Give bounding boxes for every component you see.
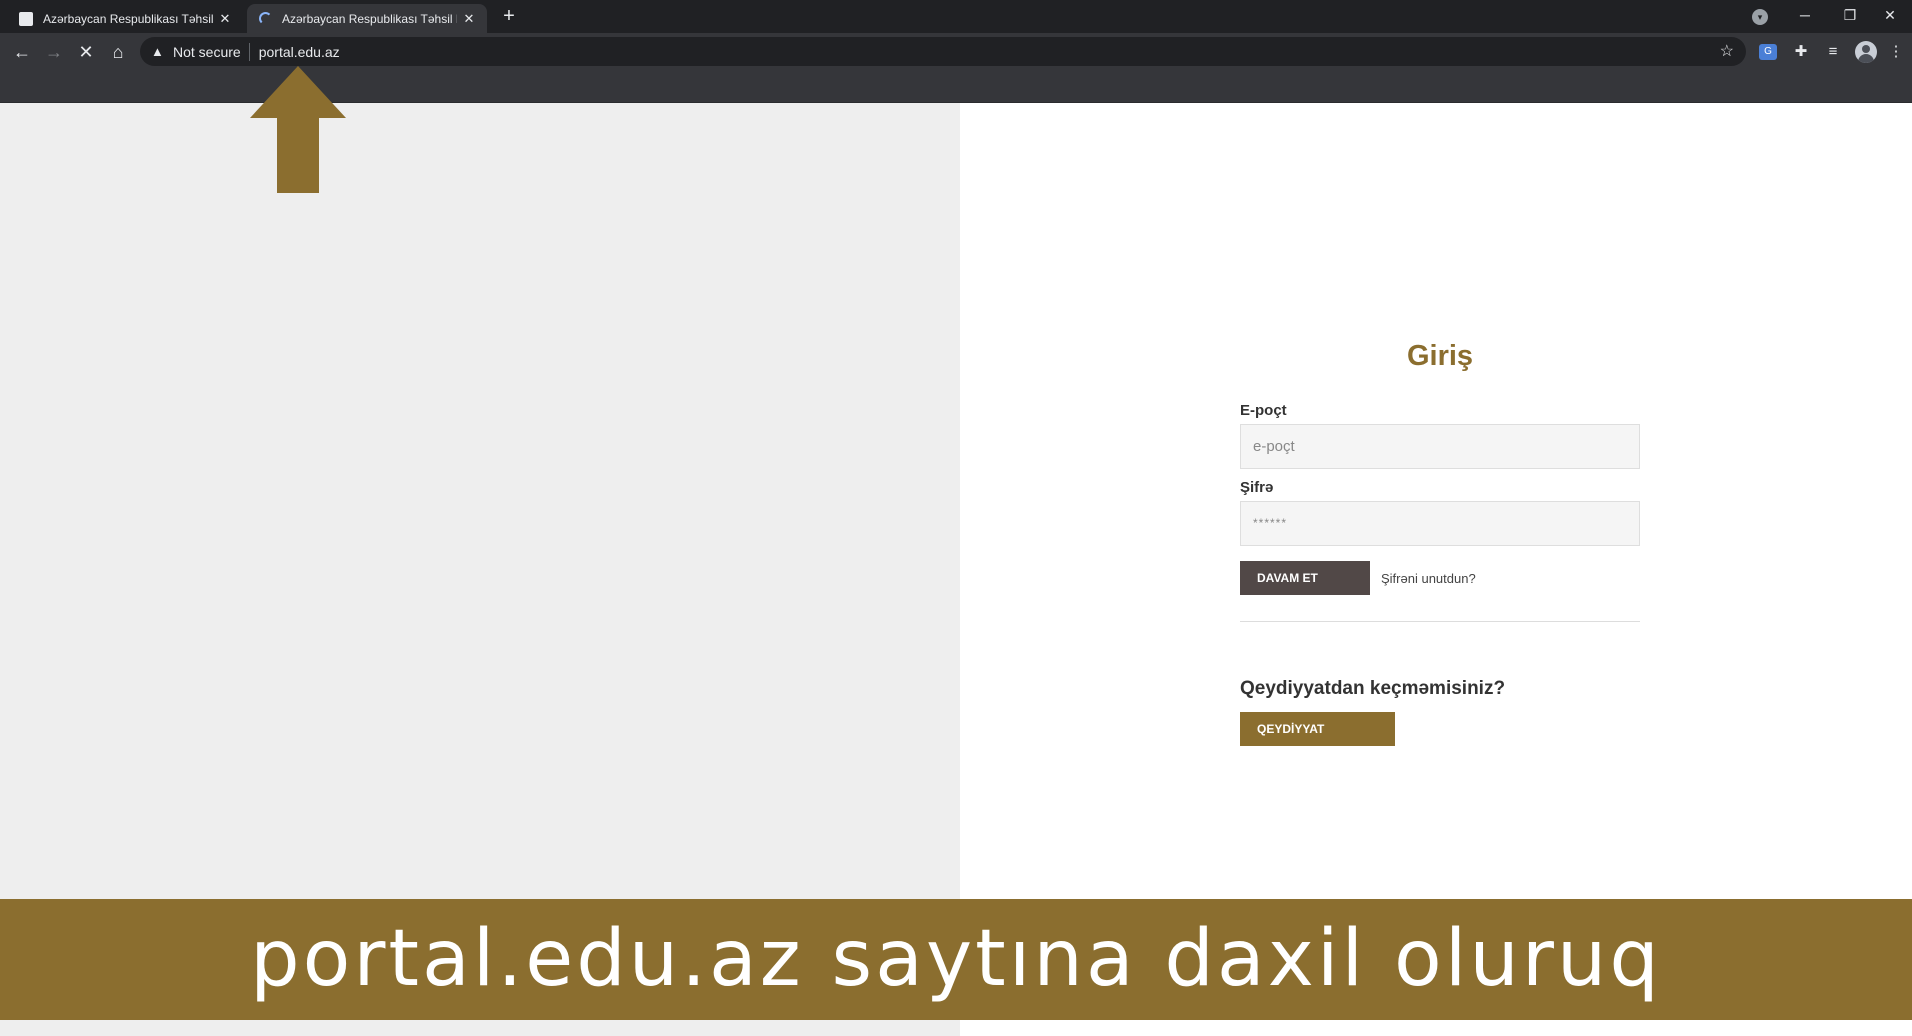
profile-avatar[interactable]: [1855, 41, 1877, 63]
up-arrow-annotation-icon: [250, 66, 346, 193]
tab-title: Azərbaycan Respublikası Təhsil Nazirliyi: [282, 11, 457, 26]
reading-list-icon[interactable]: ≡: [1822, 41, 1844, 63]
minimize-button[interactable]: ─: [1783, 0, 1827, 30]
divider: [1240, 621, 1640, 622]
security-label[interactable]: Not secure: [173, 44, 241, 60]
menu-kebab-icon[interactable]: ⋮: [1885, 41, 1907, 63]
register-question: Qeydiyyatdan keçməmisiniz?: [1240, 678, 1506, 699]
caption-banner: portal.edu.az saytına daxil oluruq: [0, 899, 1912, 1020]
back-arrow-icon[interactable]: ←: [8, 38, 36, 66]
warning-icon[interactable]: ▲: [151, 44, 167, 59]
stop-loading-icon[interactable]: ✕: [72, 38, 100, 66]
close-tab-icon[interactable]: ✕: [461, 11, 477, 27]
form-actions: DAVAM ET Şifrəni unutdun?: [1240, 561, 1640, 595]
tab-strip: Azərbaycan Respublikası Təhsil Nazirliyi…: [0, 0, 1912, 33]
translate-extension-icon[interactable]: G: [1759, 44, 1777, 60]
loading-spinner-icon: [257, 11, 273, 27]
forward-arrow-icon[interactable]: →: [40, 38, 68, 66]
restore-button[interactable]: ❐: [1828, 0, 1872, 30]
address-bar[interactable]: ▲ Not secure portal.edu.az ☆: [140, 37, 1746, 66]
new-tab-button[interactable]: +: [498, 6, 520, 28]
password-field[interactable]: ******: [1240, 501, 1640, 546]
tab-search-icon[interactable]: ▾: [1752, 9, 1768, 25]
url-text[interactable]: portal.edu.az: [259, 44, 340, 60]
password-label: Şifrə: [1240, 479, 1274, 496]
continue-button[interactable]: DAVAM ET: [1240, 561, 1370, 595]
home-icon[interactable]: ⌂: [104, 38, 132, 66]
email-label: E-poçt: [1240, 402, 1287, 419]
tab-active[interactable]: Azərbaycan Respublikası Təhsil Nazirliyi…: [247, 4, 487, 33]
extensions-puzzle-icon[interactable]: ✚: [1790, 41, 1812, 63]
address-divider: [248, 42, 250, 61]
email-field[interactable]: e-poçt: [1240, 424, 1640, 469]
left-panel: [0, 103, 960, 1036]
bookmark-star-icon[interactable]: ☆: [1720, 41, 1734, 61]
login-title: Giriş: [1406, 340, 1474, 372]
close-tab-icon[interactable]: ✕: [217, 11, 233, 27]
browser-toolbar: ← → ✕ ⌂ ▲ Not secure portal.edu.az ☆ G ✚…: [0, 33, 1912, 70]
page-favicon-icon: [18, 11, 34, 27]
tab-title: Azərbaycan Respublikası Təhsil Nazirliyi: [43, 11, 213, 26]
close-window-button[interactable]: ✕: [1868, 0, 1912, 30]
forgot-password-link[interactable]: Şifrəni unutdun?: [1381, 571, 1476, 586]
register-button[interactable]: QEYDİYYAT: [1240, 712, 1395, 746]
login-form: Giriş E-poçt e-poçt Şifrə ****** DAVAM E…: [1240, 340, 1640, 746]
tab-inactive[interactable]: Azərbaycan Respublikası Təhsil Nazirliyi…: [8, 4, 243, 33]
